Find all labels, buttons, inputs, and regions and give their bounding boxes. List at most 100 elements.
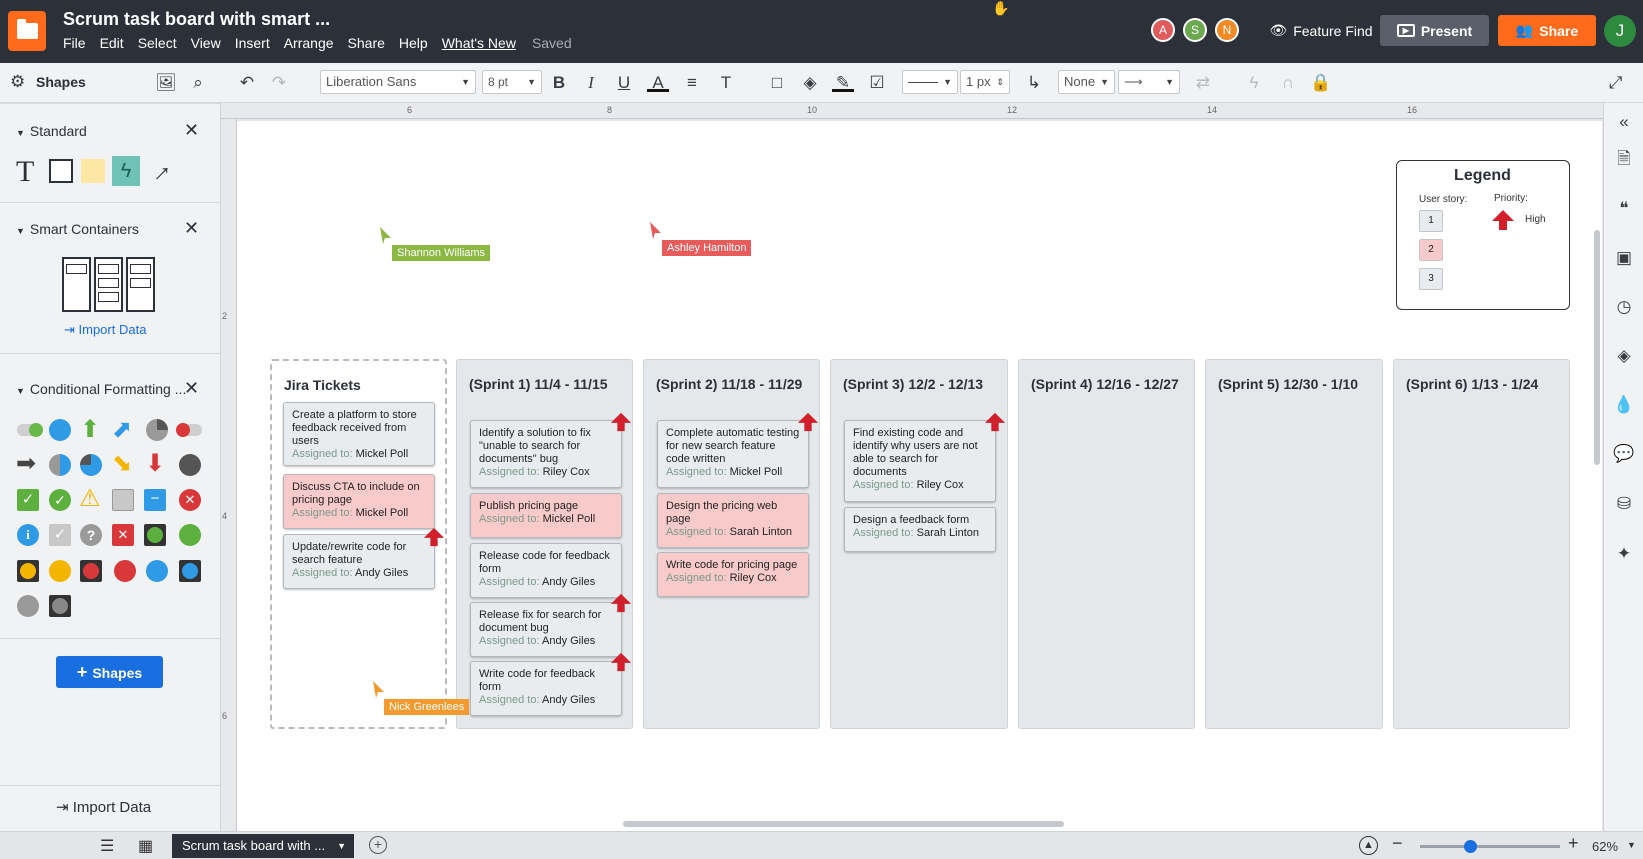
legend-box[interactable]: Legend User story: Priority: 1 2 3 High — [1396, 160, 1570, 310]
layers-icon[interactable]: ◈ — [1613, 345, 1635, 367]
collaborator-avatar-a[interactable]: A — [1151, 18, 1175, 42]
zoom-level[interactable]: 62% — [1592, 839, 1618, 854]
app-logo-icon[interactable] — [8, 11, 46, 51]
feature-find-button[interactable]: 👁 Feature Find — [1262, 15, 1380, 46]
menu-whats-new[interactable]: What's New — [442, 35, 516, 51]
add-shapes-button[interactable]: + Shapes — [56, 656, 163, 688]
navigate-icon[interactable]: ▲ — [1359, 836, 1378, 855]
x-box-icon[interactable]: ✕ — [112, 524, 134, 546]
chevron-down-icon[interactable]: ▼ — [337, 834, 346, 858]
gray-circle-icon[interactable] — [179, 454, 201, 476]
blue-circle-icon[interactable] — [49, 419, 71, 441]
check-circle-icon[interactable]: ✓ — [49, 489, 71, 511]
chevron-down-icon[interactable]: ▼ — [1627, 840, 1636, 850]
sprint-6-column[interactable]: (Sprint 6) 1/13 - 1/24 — [1393, 359, 1570, 729]
question-icon[interactable]: ? — [80, 524, 102, 546]
sprint-5-column[interactable]: (Sprint 5) 12/30 - 1/10 — [1205, 359, 1383, 729]
menu-file[interactable]: File — [63, 35, 86, 51]
gray-dot-icon[interactable] — [17, 595, 39, 617]
menu-view[interactable]: View — [191, 35, 221, 51]
blue-diagonal-arrow-icon[interactable]: ⬈ — [112, 415, 132, 444]
vertical-scrollbar[interactable] — [1594, 230, 1600, 465]
import-data-link[interactable]: ⇥ Import Data — [64, 322, 146, 338]
gray-check-icon[interactable]: ✓ — [49, 524, 71, 546]
story-card[interactable]: Publish pricing page Assigned to: Mickel… — [470, 493, 622, 538]
sprint-4-column[interactable]: (Sprint 4) 12/16 - 12/27 — [1018, 359, 1195, 729]
story-card[interactable]: Discuss CTA to include on pricing page A… — [283, 474, 435, 529]
page-tab[interactable]: Scrum task board with ... ▼ — [172, 834, 354, 858]
underline-icon[interactable]: U — [613, 72, 635, 94]
toggle-off-icon[interactable] — [176, 423, 202, 437]
zoom-slider-handle[interactable] — [1464, 840, 1477, 853]
line-color-icon[interactable]: ✎ — [832, 72, 854, 92]
fullscreen-icon[interactable]: ⤢ — [1603, 72, 1628, 94]
info-icon[interactable]: i — [17, 524, 39, 546]
zoom-in-icon[interactable]: + — [1568, 833, 1579, 854]
arrow-start-select[interactable]: None ▼ — [1058, 70, 1115, 94]
green-up-arrow-icon[interactable]: ⬆ — [80, 415, 100, 444]
line-style-select[interactable]: ▼ — [902, 70, 958, 94]
document-title[interactable]: Scrum task board with smart ... — [63, 9, 330, 30]
toggle-icon[interactable] — [17, 423, 43, 437]
right-arrow-icon[interactable]: ➡ — [16, 449, 36, 478]
arrow-shape-icon[interactable]: → — [139, 150, 179, 190]
dark-box-yellow-dot-icon[interactable] — [17, 560, 39, 582]
story-card[interactable]: Release code for feedback form Assigned … — [470, 543, 622, 598]
menu-select[interactable]: Select — [138, 35, 177, 51]
lightning-icon[interactable]: ϟ — [1243, 72, 1265, 94]
line-routing-icon[interactable]: ↳ — [1023, 72, 1045, 94]
checkbox-icon[interactable]: ✓ — [17, 489, 39, 511]
zoom-slider[interactable] — [1420, 845, 1560, 848]
zoom-out-icon[interactable]: − — [1392, 833, 1403, 854]
warning-icon[interactable]: ⚠ — [79, 484, 101, 513]
quote-icon[interactable]: ❝ — [1613, 198, 1635, 220]
story-card[interactable]: Update/rewrite code for search feature A… — [283, 534, 435, 589]
yellow-circle-icon[interactable] — [49, 560, 71, 582]
text-shape-icon[interactable]: T — [16, 155, 34, 189]
story-card[interactable]: Design the pricing web page Assigned to:… — [657, 493, 809, 548]
add-page-icon[interactable]: + — [369, 836, 387, 854]
red-circle-icon[interactable] — [114, 560, 136, 582]
user-avatar[interactable]: J — [1604, 15, 1636, 47]
smart-container-shape-icon[interactable] — [62, 257, 158, 313]
dark-box-blue-dot-icon[interactable] — [179, 560, 201, 582]
story-card[interactable]: Find existing code and identify why user… — [844, 420, 996, 502]
history-clock-icon[interactable]: ◷ — [1613, 296, 1635, 318]
grid-view-icon[interactable]: ▦ — [138, 836, 153, 856]
shapes-panel-title[interactable]: Shapes — [36, 74, 86, 90]
story-card[interactable]: Write code for pricing page Assigned to:… — [657, 552, 809, 597]
standard-section-header[interactable]: ▼ Standard — [16, 123, 87, 139]
story-card[interactable]: Complete automatic testing for new searc… — [657, 420, 809, 488]
close-icon[interactable]: ✕ — [184, 378, 199, 399]
list-view-icon[interactable]: ☰ — [100, 836, 114, 856]
bottom-import-data-button[interactable]: ⇥ Import Data — [56, 798, 151, 816]
dark-box-red-dot-icon[interactable] — [80, 560, 102, 582]
line-width-select[interactable]: 1 px ⇕ — [960, 70, 1010, 94]
collaborator-avatar-s[interactable]: S — [1183, 18, 1207, 42]
text-options-icon[interactable]: T — [715, 72, 737, 94]
conditional-formatting-header[interactable]: ▼ Conditional Formatting ... — [16, 381, 186, 397]
redo-icon[interactable]: ↷ — [268, 72, 290, 94]
undo-icon[interactable]: ↶ — [236, 72, 258, 94]
yellow-diagonal-arrow-icon[interactable]: ⬊ — [112, 449, 132, 478]
menu-edit[interactable]: Edit — [100, 35, 124, 51]
close-icon[interactable]: ✕ — [184, 120, 199, 141]
menu-arrange[interactable]: Arrange — [284, 35, 334, 51]
story-card[interactable]: Release fix for search for document bug … — [470, 602, 622, 657]
presentation-icon[interactable]: ▣ — [1613, 247, 1635, 269]
arrow-end-select[interactable]: ⟶ ▼ — [1118, 70, 1180, 94]
gray-square-icon[interactable] — [112, 489, 134, 511]
x-circle-icon[interactable]: ✕ — [179, 489, 201, 511]
light-blue-circle-icon[interactable] — [146, 560, 168, 582]
lock-icon[interactable]: 🔒 — [1310, 72, 1332, 94]
smart-containers-header[interactable]: ▼ Smart Containers — [16, 221, 139, 237]
rectangle-shape-icon[interactable] — [49, 159, 73, 183]
fill-color-icon[interactable]: ◈ — [799, 72, 821, 94]
dark-box-green-dot-icon[interactable] — [144, 524, 166, 546]
swap-arrows-icon[interactable]: ⇄ — [1192, 72, 1214, 94]
dark-box-gray-dot-icon[interactable] — [49, 595, 71, 617]
database-icon[interactable]: ⛁ — [1613, 493, 1635, 515]
menu-help[interactable]: Help — [399, 35, 428, 51]
close-icon[interactable]: ✕ — [184, 218, 199, 239]
collaborator-avatar-n[interactable]: N — [1215, 18, 1239, 42]
